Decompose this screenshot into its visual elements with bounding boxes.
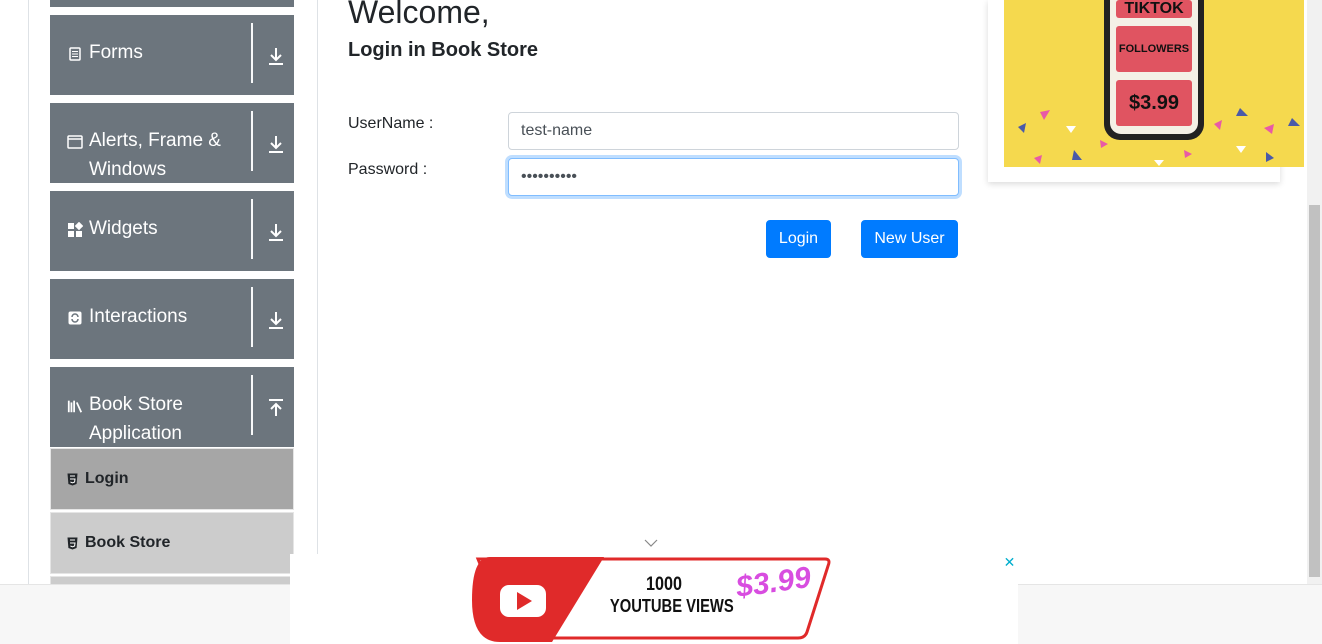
sidebar-group-label: Alerts, Frame & Windows [89, 130, 221, 180]
sidebar-group-forms[interactable]: Forms [50, 15, 294, 95]
download-arrow-icon[interactable] [265, 221, 287, 243]
divider [251, 375, 253, 435]
divider [251, 23, 253, 83]
widgets-icon [67, 222, 83, 238]
sidebar-item-label: Book Store [85, 534, 171, 551]
tiktok-ad-banner[interactable]: TIKTOK FOLLOWERS $3.99 [1004, 0, 1304, 167]
ad-text-price: $3.99 [1116, 80, 1192, 126]
chevron-down-icon[interactable] [644, 538, 658, 548]
sidebar-group-widgets[interactable]: Widgets [50, 191, 294, 271]
username-input[interactable]: test-name [508, 112, 959, 150]
html5-icon [65, 472, 79, 486]
ad-text-tiktok: TIKTOK [1116, 0, 1192, 18]
phone-illustration: TIKTOK FOLLOWERS $3.99 [1104, 0, 1204, 140]
page-scrollbar[interactable] [1307, 0, 1322, 584]
sidebar-item-book-store[interactable]: Book Store [50, 512, 294, 574]
sidebar-group-label: Widgets [89, 218, 158, 239]
scrollbar-thumb[interactable] [1309, 205, 1320, 577]
youtube-ad-banner[interactable]: 1000 YOUTUBE VIEWS $3.99 [290, 554, 1018, 644]
password-input[interactable]: •••••••••• [508, 158, 959, 196]
html5-icon [65, 536, 79, 550]
close-icon[interactable]: ✕ [1002, 554, 1017, 570]
sidebar-group-label: Interactions [89, 306, 188, 327]
sidebar-group-book-store[interactable]: Book Store Application [50, 367, 294, 447]
interactions-icon [67, 310, 83, 326]
sidebar-group-label: Book Store Application [89, 394, 183, 444]
ad-text-count: 1000 [646, 574, 682, 595]
sidebar-group-interactions[interactable]: Interactions [50, 279, 294, 359]
download-arrow-icon[interactable] [265, 45, 287, 67]
username-label: UserName : [348, 115, 434, 132]
divider [251, 199, 253, 259]
download-arrow-icon[interactable] [265, 309, 287, 331]
ad-text-followers: FOLLOWERS [1116, 26, 1192, 72]
sidebar-group-label: Forms [89, 42, 143, 63]
books-icon [67, 398, 83, 414]
ad-text-views: YOUTUBE VIEWS [609, 596, 734, 616]
sidebar-item-label: Login [85, 470, 129, 487]
window-icon [67, 134, 83, 150]
divider [251, 287, 253, 347]
divider [251, 111, 253, 171]
download-arrow-icon[interactable] [265, 133, 287, 155]
sidebar-item-login[interactable]: Login [50, 448, 294, 510]
page-subtitle: Login in Book Store [348, 39, 538, 61]
upload-arrow-icon[interactable] [265, 397, 287, 419]
password-label: Password : [348, 161, 428, 178]
page-title: Welcome, [348, 0, 490, 30]
sidebar-group-elements[interactable] [50, 0, 294, 7]
document-icon [67, 46, 83, 62]
login-button[interactable]: Login [766, 220, 831, 258]
page: Forms Alerts, Frame & Windows Widgets In… [0, 0, 1322, 644]
new-user-button[interactable]: New User [861, 220, 958, 258]
sidebar-group-alerts[interactable]: Alerts, Frame & Windows [50, 103, 294, 183]
